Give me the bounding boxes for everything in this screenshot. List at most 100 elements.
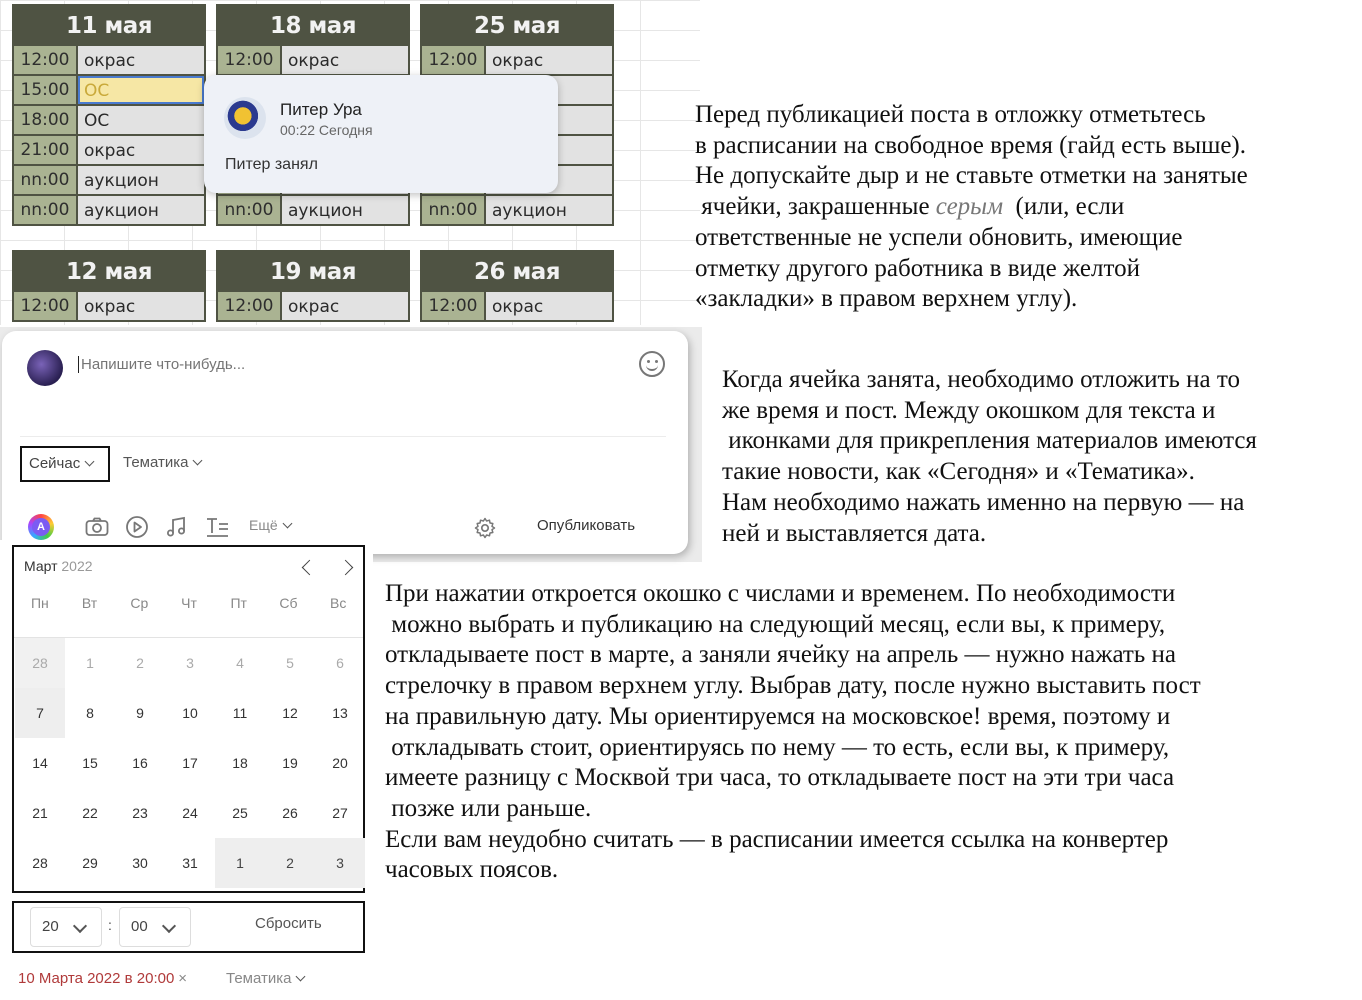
schedule-slot[interactable]: 12:00 окрас — [422, 290, 612, 320]
time-separator: : — [108, 917, 112, 933]
selected-date-chip[interactable]: 10 Марта 2022 в 20:00 × — [18, 970, 187, 987]
color-palette-icon[interactable]: A — [28, 514, 54, 540]
schedule-slot[interactable]: nn:00 аукцион — [218, 194, 408, 224]
day-column-11-may: 11 мая 12:00 окрас 15:00 ОС 18:00 ОС 21:00 о… — [12, 4, 206, 226]
calendar-day[interactable]: 8 — [65, 688, 115, 738]
calendar-day[interactable]: 28 — [15, 838, 65, 888]
calendar-day[interactable]: 29 — [65, 838, 115, 888]
comment-text: Питер занял — [225, 156, 318, 173]
calendar-day[interactable]: 18 — [215, 738, 265, 788]
calendar-day[interactable]: 14 — [15, 738, 65, 788]
schedule-slot[interactable]: nn:00 аукцион — [14, 194, 204, 224]
calendar-day[interactable]: 30 — [115, 838, 165, 888]
calendar-day[interactable]: 11 — [215, 688, 265, 738]
weekday-label: Вс — [330, 595, 347, 611]
slot-task[interactable]: окрас — [78, 46, 204, 74]
slot-task[interactable]: аукцион — [486, 196, 612, 224]
weekday-label: Пт — [230, 595, 247, 611]
instruction-line: откладывать стоит, ориентируясь по нему … — [385, 733, 1170, 761]
chevron-down-icon — [282, 518, 293, 529]
calendar-month-year: Март 2022 — [24, 558, 93, 574]
chevron-left-icon[interactable] — [301, 559, 318, 576]
minute-select[interactable]: 00 — [119, 907, 191, 947]
calendar-day[interactable]: 13 — [315, 688, 365, 738]
calendar: Март 2022 Пн Вт Ср Чт Пт Сб Вс 28 1 2 3 … — [12, 545, 365, 893]
chevron-right-icon[interactable] — [337, 559, 354, 576]
video-play-icon[interactable] — [124, 514, 150, 540]
schedule-slot[interactable]: 12:00 окрас — [218, 44, 408, 74]
calendar-day[interactable]: 10 — [165, 688, 215, 738]
calendar-day[interactable]: 22 — [65, 788, 115, 838]
gray-word: серым — [935, 193, 1004, 221]
post-text-input[interactable] — [78, 356, 598, 373]
schedule-slot[interactable]: 12:00 окрас — [218, 290, 408, 320]
calendar-day[interactable]: 19 — [265, 738, 315, 788]
instruction-line: Если вам неудобно считать — в расписании… — [385, 825, 1169, 853]
weekday-header: Пн Вт Ср Чт Пт Сб Вс — [14, 595, 363, 611]
slot-time: 15:00 — [14, 76, 78, 104]
slot-task[interactable]: окрас — [282, 46, 408, 74]
slot-task[interactable]: аукцион — [78, 196, 204, 224]
publish-button[interactable]: Опубликовать — [537, 517, 635, 534]
reset-button[interactable]: Сбросить — [255, 915, 322, 932]
slot-task[interactable]: окрас — [282, 292, 408, 320]
slot-task[interactable]: окрас — [78, 136, 204, 164]
instruction-line: такие новости, как «Сегодня» и «Тематика… — [722, 458, 1195, 486]
calendar-day[interactable]: 15 — [65, 738, 115, 788]
slot-task[interactable]: аукцион — [282, 196, 408, 224]
day-title: 25 мая — [473, 13, 561, 39]
topic-button[interactable]: Тематика — [123, 454, 203, 471]
gear-icon[interactable] — [473, 516, 497, 540]
day-column-26-may: 26 мая 12:00 окрас — [420, 250, 614, 322]
calendar-day[interactable]: 12 — [265, 688, 315, 738]
slot-time: 21:00 — [14, 136, 78, 164]
calendar-day[interactable]: 25 — [215, 788, 265, 838]
emoji-icon[interactable] — [639, 351, 665, 377]
calendar-day[interactable]: 1 — [215, 838, 265, 888]
calendar-day[interactable]: 16 — [115, 738, 165, 788]
calendar-day[interactable]: 23 — [115, 788, 165, 838]
instruction-line: позже или раньше. — [385, 794, 592, 822]
slot-task[interactable]: окрас — [486, 292, 612, 320]
calendar-day[interactable]: 26 — [265, 788, 315, 838]
calendar-day[interactable]: 17 — [165, 738, 215, 788]
slot-task-selected[interactable]: ОС — [78, 76, 204, 104]
weekday-label: Ср — [130, 595, 149, 611]
instruction-line: стрелочку в правом верхнем углу. Выбрав … — [385, 672, 1201, 700]
calendar-day[interactable]: 27 — [315, 788, 365, 838]
camera-icon[interactable] — [84, 514, 110, 540]
calendar-day[interactable]: 21 — [15, 788, 65, 838]
hour-select[interactable]: 20 — [30, 907, 102, 947]
more-button[interactable]: Ещё — [249, 517, 293, 533]
schedule-slot[interactable]: 12:00 окрас — [14, 44, 204, 74]
schedule-slot[interactable]: 12:00 окрас — [14, 290, 204, 320]
instruction-line: Нам необходимо нажать именно на первую —… — [722, 488, 1245, 516]
slot-task[interactable]: ОС — [78, 106, 204, 134]
comment-author-avatar[interactable] — [224, 97, 266, 139]
calendar-day[interactable]: 24 — [165, 788, 215, 838]
schedule-slot[interactable]: 18:00 ОС — [14, 104, 204, 134]
slot-time: 12:00 — [14, 292, 78, 320]
calendar-day[interactable]: 31 — [165, 838, 215, 888]
schedule-time-button[interactable]: Сейчас — [20, 446, 110, 482]
calendar-week: 21 22 23 24 25 26 27 — [15, 788, 365, 838]
calendar-day[interactable]: 20 — [315, 738, 365, 788]
music-note-icon[interactable] — [164, 514, 190, 540]
close-icon[interactable]: × — [178, 970, 187, 987]
schedule-slot[interactable]: nn:00 аукцион — [14, 164, 204, 194]
calendar-day: 3 — [186, 655, 194, 671]
instruction-line: ней и выставляется дата. — [722, 519, 987, 547]
instruction-line: Когда ячейка занята, необходимо отложить… — [722, 366, 1240, 393]
calendar-day[interactable]: 9 — [115, 688, 165, 738]
calendar-day[interactable]: 2 — [265, 838, 315, 888]
calendar-day[interactable]: 3 — [315, 838, 365, 888]
topic-button[interactable]: Тематика — [226, 970, 306, 987]
slot-task[interactable]: окрас — [486, 46, 612, 74]
slot-task[interactable]: аукцион — [78, 166, 204, 194]
schedule-slot[interactable]: 12:00 окрас — [422, 44, 612, 74]
schedule-slot[interactable]: nn:00 аукцион — [422, 194, 612, 224]
text-format-icon[interactable] — [204, 514, 230, 540]
schedule-slot[interactable]: 15:00 ОС — [14, 74, 204, 104]
schedule-slot[interactable]: 21:00 окрас — [14, 134, 204, 164]
slot-task[interactable]: окрас — [78, 292, 204, 320]
